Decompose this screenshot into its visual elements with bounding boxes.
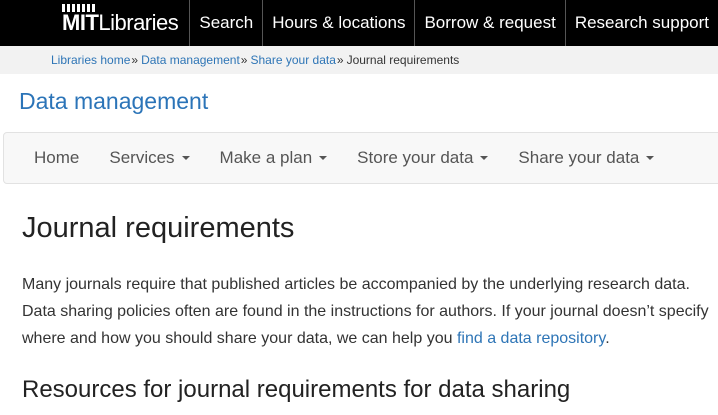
breadcrumb-data-management[interactable]: Data management — [141, 53, 240, 67]
subnav-share-your-data-label: Share your data — [518, 148, 640, 167]
subnav-home-label: Home — [34, 148, 80, 167]
intro-paragraph: Many journals require that published art… — [22, 271, 718, 352]
resources-heading: Resources for journal requirements for d… — [22, 376, 571, 403]
subnav-make-a-plan-label: Make a plan — [219, 148, 313, 167]
logo-bars-icon — [62, 4, 95, 12]
caret-down-icon — [480, 156, 489, 160]
nav-search[interactable]: Search — [189, 0, 262, 46]
mit-libraries-logo[interactable]: MIT Libraries — [0, 0, 189, 46]
breadcrumb-share-your-data[interactable]: Share your data — [250, 53, 335, 67]
nav-borrow-request[interactable]: Borrow & request — [414, 0, 564, 46]
caret-down-icon — [181, 156, 190, 160]
intro-line-3-end: . — [605, 330, 610, 347]
caret-down-icon — [646, 156, 655, 160]
section-nav: Home Services Make a plan Store your dat… — [3, 132, 718, 184]
subnav-share-your-data[interactable]: Share your data — [503, 148, 669, 168]
top-header: MIT Libraries Search Hours & locations Bo… — [0, 0, 718, 46]
subnav-services-label: Services — [109, 148, 175, 167]
intro-line-2: Data sharing policies often are found in… — [22, 303, 709, 320]
section-title[interactable]: Data management — [19, 88, 208, 115]
top-nav: Search Hours & locations Borrow & reques… — [189, 0, 718, 46]
breadcrumb-separator: » — [336, 53, 344, 67]
intro-line-3-text: where and how you should share your data… — [22, 330, 457, 347]
caret-down-icon — [319, 156, 328, 160]
breadcrumb-separator: » — [131, 53, 139, 67]
logo-libraries-text: Libraries — [98, 10, 179, 35]
subnav-store-your-data-label: Store your data — [357, 148, 474, 167]
nav-hours-locations[interactable]: Hours & locations — [262, 0, 414, 46]
breadcrumb-separator: » — [240, 53, 248, 67]
logo-mit-text: MIT — [62, 10, 99, 35]
nav-research-support[interactable]: Research support — [564, 0, 718, 46]
breadcrumb: Libraries home » Data management » Share… — [0, 46, 718, 74]
breadcrumb-libraries-home[interactable]: Libraries home — [51, 53, 130, 67]
page-title: Journal requirements — [22, 212, 295, 244]
subnav-home[interactable]: Home — [20, 148, 94, 168]
breadcrumb-current: Journal requirements — [346, 53, 460, 67]
intro-line-1: Many journals require that published art… — [22, 276, 690, 293]
subnav-store-your-data[interactable]: Store your data — [342, 148, 503, 168]
find-data-repository-link[interactable]: find a data repository — [457, 330, 605, 347]
subnav-make-a-plan[interactable]: Make a plan — [205, 148, 343, 168]
intro-line-3: where and how you should share your data… — [22, 325, 718, 352]
subnav-services[interactable]: Services — [94, 148, 204, 168]
